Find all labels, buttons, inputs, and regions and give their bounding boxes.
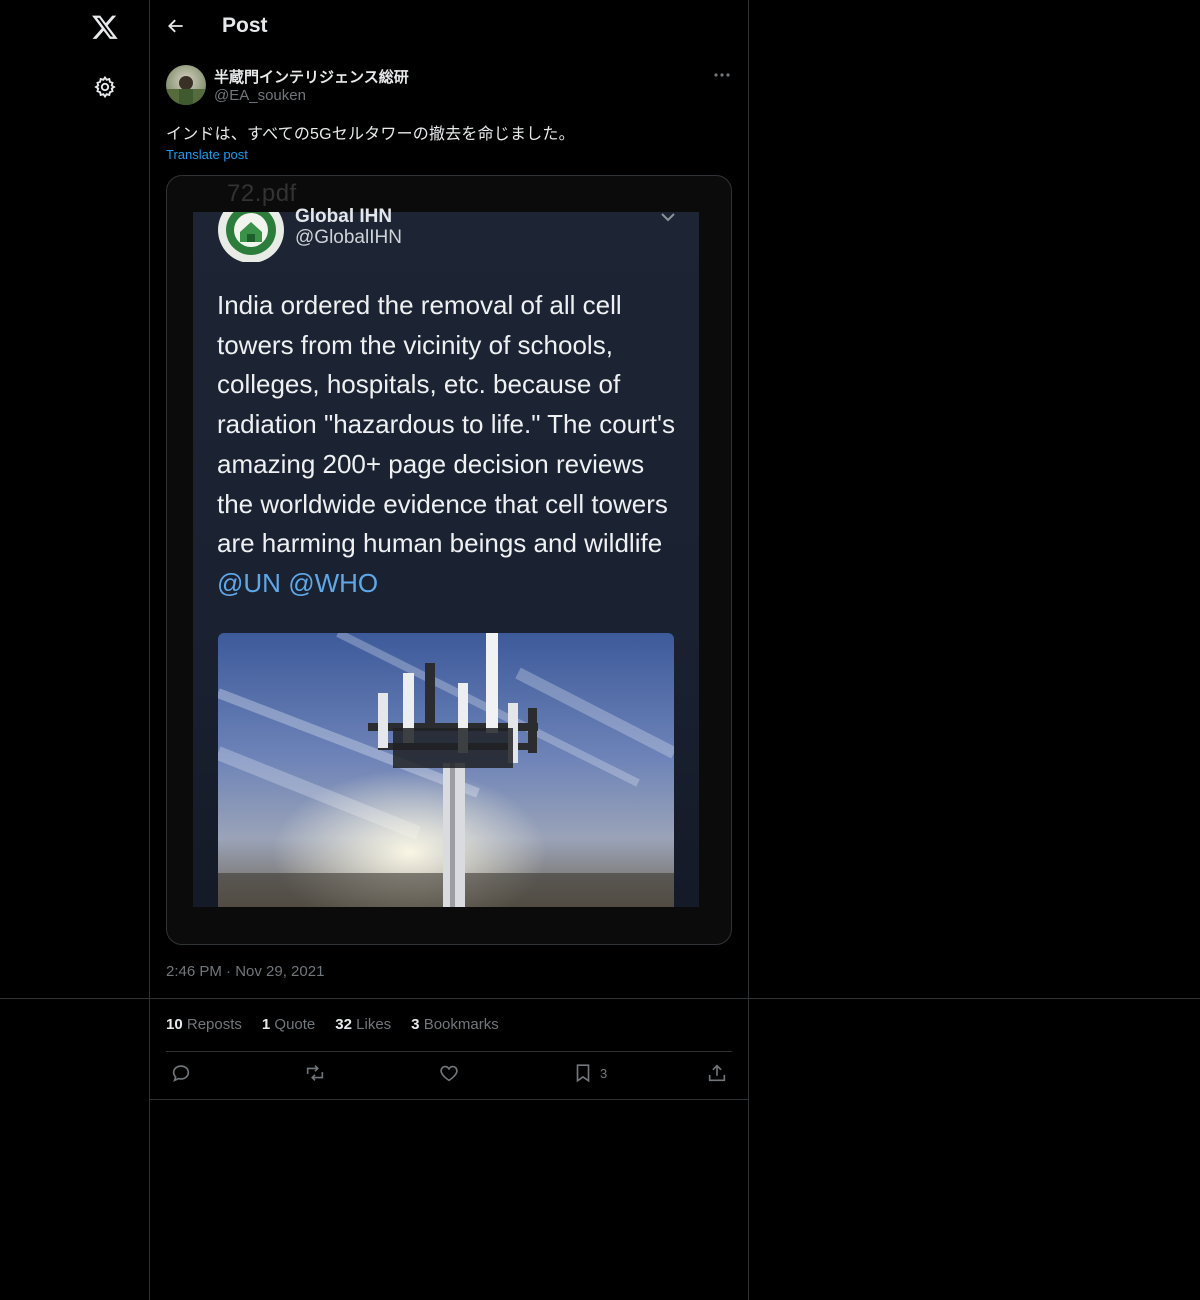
right-column-divider <box>748 0 749 1300</box>
repost-icon <box>306 1065 324 1081</box>
embedded-tweet-screenshot: Global IHN @GlobalIHN India ordered the … <box>193 197 699 907</box>
bookmark-icon <box>576 1064 590 1083</box>
bookmarks-label: Bookmarks <box>423 1016 499 1033</box>
arrow-left-icon <box>168 19 183 33</box>
bookmark-button[interactable]: 3 <box>572 1062 607 1084</box>
reposts-count: 10 <box>166 1016 183 1033</box>
more-options-button[interactable] <box>712 66 734 84</box>
share-button[interactable] <box>706 1062 728 1084</box>
post-actions: 3 <box>166 1062 732 1088</box>
post-bottom-divider <box>149 1099 749 1100</box>
translate-post-link[interactable]: Translate post <box>166 147 248 162</box>
chevron-down-icon <box>659 210 677 224</box>
likes-label: Likes <box>356 1016 392 1033</box>
cell-tower-photo <box>218 633 674 907</box>
reply-button[interactable] <box>170 1062 192 1084</box>
post-text: インドは、すべての5Gセルタワーの撤去を命じました。 <box>166 126 575 143</box>
quotes-count: 1 <box>261 1016 271 1033</box>
more-horizontal-icon <box>714 73 730 77</box>
embedded-mention-un: @UN <box>217 567 281 598</box>
embedded-author-handle: @GlobalIHN <box>295 227 402 248</box>
post-timestamp[interactable]: 2:46 PM · Nov 29, 2021 <box>166 963 324 980</box>
bookmark-count: 3 <box>600 1065 608 1081</box>
embedded-avatar <box>218 197 284 263</box>
bookmarks-stat[interactable]: 3 Bookmarks <box>411 1016 499 1033</box>
heart-icon <box>440 1065 458 1082</box>
media-file-label: 72.pdf <box>227 180 297 207</box>
post-stats: 10 Reposts 1 Quote 32 Likes 3 Bookmarks <box>166 1016 499 1033</box>
share-icon <box>708 1064 726 1082</box>
avatar[interactable] <box>166 65 206 105</box>
like-button[interactable] <box>438 1062 460 1084</box>
left-column-divider <box>149 0 150 1300</box>
repost-button[interactable] <box>304 1062 326 1084</box>
bookmarks-count: 3 <box>411 1016 420 1033</box>
embedded-text-body: India ordered the removal of all cell to… <box>217 290 675 559</box>
embedded-tweet-text: India ordered the removal of all cell to… <box>217 286 687 604</box>
likes-stat[interactable]: 32 Likes <box>335 1016 391 1033</box>
page-title: Post <box>222 14 268 37</box>
stats-divider <box>166 1051 732 1052</box>
quotes-label: Quote <box>274 1016 316 1033</box>
reposts-label: Reposts <box>186 1016 242 1033</box>
embedded-author-name: Global IHN <box>295 206 393 227</box>
likes-count: 32 <box>335 1016 352 1033</box>
reply-icon <box>172 1065 190 1082</box>
section-divider <box>0 998 1200 999</box>
x-logo-icon[interactable] <box>88 10 122 44</box>
reposts-stat[interactable]: 10 Reposts <box>166 1016 242 1033</box>
author-handle[interactable]: @EA_souken <box>214 87 306 104</box>
gear-icon[interactable] <box>90 72 120 102</box>
author-name[interactable]: 半蔵門インテリジェンス総研 <box>214 66 409 87</box>
back-button[interactable] <box>166 16 188 38</box>
embedded-mention-who: @WHO <box>288 567 379 598</box>
quotes-stat[interactable]: 1 Quote <box>262 1016 315 1033</box>
post-media[interactable]: 72.pdf Global IHN @GlobalIHN India order… <box>166 175 732 945</box>
